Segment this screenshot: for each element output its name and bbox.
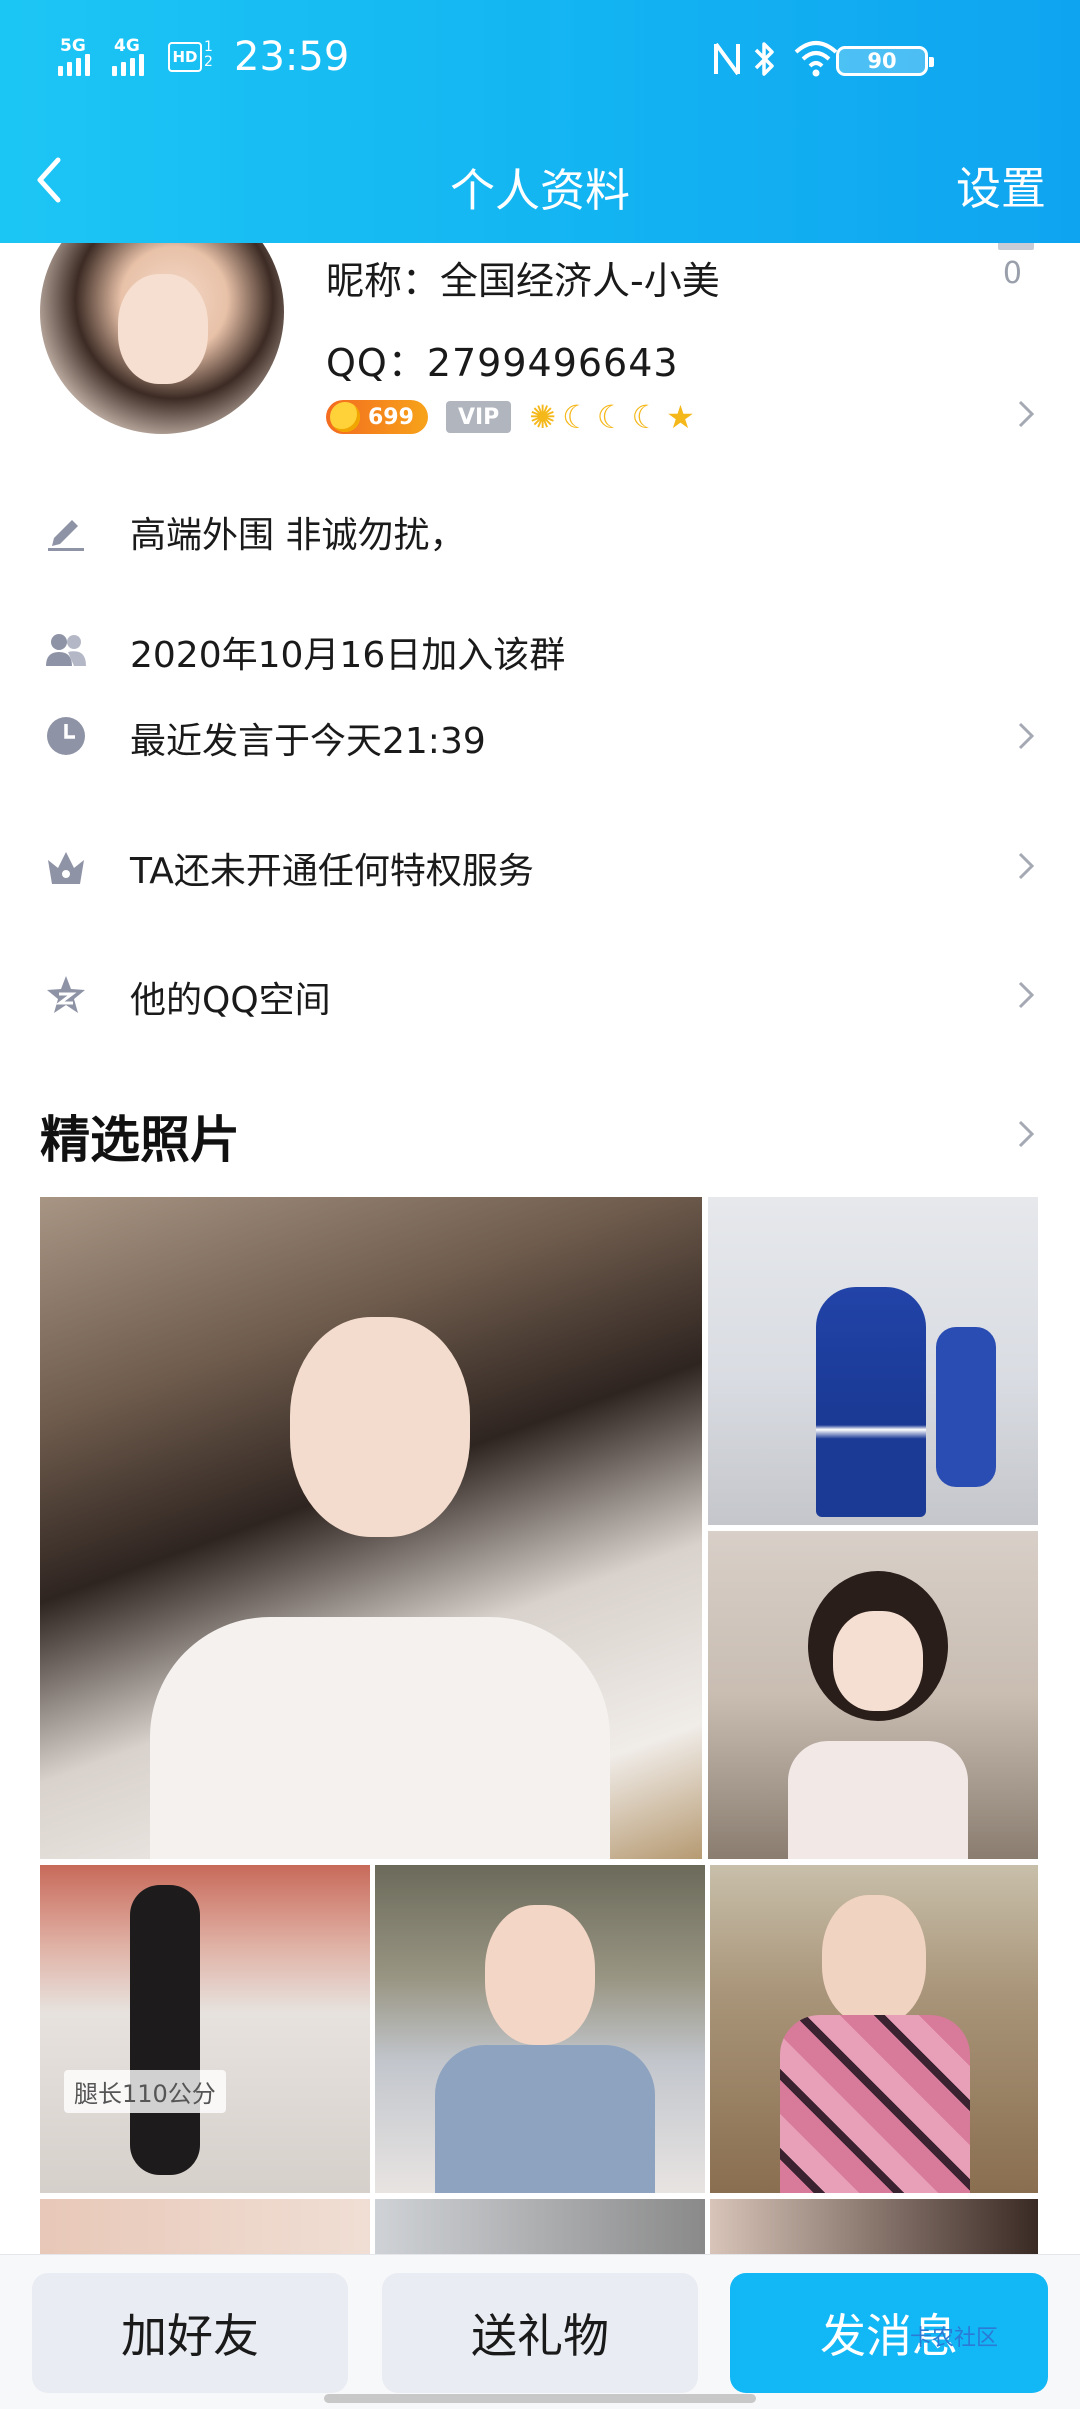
coin-icon xyxy=(330,402,360,432)
send-gift-button[interactable]: 送礼物 xyxy=(382,2273,698,2393)
qzone-row[interactable]: 他的QQ空间 xyxy=(0,965,1080,1025)
featured-photos-title: 精选照片 xyxy=(40,1111,240,1169)
sun-icon: ✺ xyxy=(529,398,557,436)
photos-chevron-right-icon[interactable] xyxy=(1016,1118,1036,1150)
add-friend-button[interactable]: 加好友 xyxy=(32,2273,348,2393)
battery-indicator: 90 xyxy=(836,46,934,76)
send-message-button[interactable]: 发消息 xyxy=(730,2273,1048,2393)
status-bar: 5G 4G HD 1 2 23:59 90 xyxy=(0,0,1080,124)
signature-text: 高端外围 非诚勿扰， xyxy=(130,515,466,556)
nfc-icon xyxy=(712,40,742,82)
privilege-text: TA还未开通任何特权服务 xyxy=(130,851,534,892)
photo-row4-middle[interactable] xyxy=(375,2199,705,2259)
level-value: 699 xyxy=(368,404,414,430)
privilege-row[interactable]: TA还未开通任何特权服务 xyxy=(0,836,1080,896)
signal-4g-icon: 4G xyxy=(112,36,144,76)
last-speak-row[interactable]: 最近发言于今天21:39 xyxy=(0,706,1080,766)
settings-button[interactable]: 设置 xyxy=(956,152,1046,217)
star-icon: ★ xyxy=(666,398,695,436)
photo-denim-jacket[interactable] xyxy=(375,1865,705,2193)
signature-row: 高端外围 非诚勿扰， xyxy=(0,500,1080,560)
watermark-text: 卡农社区 xyxy=(910,2326,999,2351)
photo-caption: 腿长110公分 xyxy=(64,2070,226,2113)
top-header: 5G 4G HD 1 2 23:59 90 个人资料 设置 xyxy=(0,0,1080,243)
photo-row4-right[interactable] xyxy=(710,2199,1038,2259)
crown-icon xyxy=(44,844,88,888)
level-badge: 699 xyxy=(326,400,428,434)
home-indicator[interactable] xyxy=(324,2394,756,2403)
badge-row: 699 VIP ✺ ☾ ☾ ☾ ★ xyxy=(326,398,695,436)
joined-date-text: 2020年10月16日加入该群 xyxy=(130,635,566,676)
chevron-right-icon xyxy=(1016,720,1036,752)
chevron-right-icon xyxy=(1016,979,1036,1011)
nav-bar: 个人资料 设置 xyxy=(0,124,1080,243)
hd-voice-icon: HD xyxy=(168,42,202,72)
group-members-icon xyxy=(44,628,88,672)
hd-voice-sub: 1 2 xyxy=(204,39,213,70)
moon-icon: ☾ xyxy=(631,398,661,436)
pencil-icon xyxy=(44,508,88,552)
profile-chevron-right-icon[interactable] xyxy=(1016,398,1036,430)
photo-pink-sweater[interactable] xyxy=(710,1865,1038,2193)
status-time: 23:59 xyxy=(234,34,350,80)
photo-pigtails[interactable] xyxy=(708,1531,1038,1859)
chevron-right-icon xyxy=(1016,850,1036,882)
signal-5g-label: 5G xyxy=(60,36,86,56)
wifi-icon xyxy=(792,40,840,82)
bluetooth-icon xyxy=(752,38,778,84)
photo-sofa[interactable]: 腿长110公分 xyxy=(40,1865,370,2193)
photo-row4-left[interactable] xyxy=(40,2199,370,2259)
qzone-star-icon xyxy=(44,973,88,1017)
last-speak-text: 最近发言于今天21:39 xyxy=(130,721,486,762)
like-count: 0 xyxy=(1002,256,1022,291)
vip-badge: VIP xyxy=(445,401,512,433)
moon-icon: ☾ xyxy=(596,398,626,436)
signal-4g-label: 4G xyxy=(114,36,140,56)
featured-photo-large[interactable] xyxy=(40,1197,702,1859)
moon-icon: ☾ xyxy=(562,398,591,436)
page-title: 个人资料 xyxy=(449,164,630,217)
photo-classroom[interactable] xyxy=(708,1197,1038,1525)
qq-level-medals: ✺ ☾ ☾ ☾ ★ xyxy=(529,398,695,436)
clock-icon xyxy=(44,714,88,758)
joined-row: 2020年10月16日加入该群 xyxy=(0,620,1080,680)
signal-5g-icon: 5G xyxy=(58,36,90,76)
qzone-text: 他的QQ空间 xyxy=(130,980,331,1021)
nickname-text: 昵称：全国经济人-小美 xyxy=(326,259,720,303)
qq-number-text: QQ：2799496643 xyxy=(326,341,679,385)
battery-level: 90 xyxy=(867,49,897,73)
